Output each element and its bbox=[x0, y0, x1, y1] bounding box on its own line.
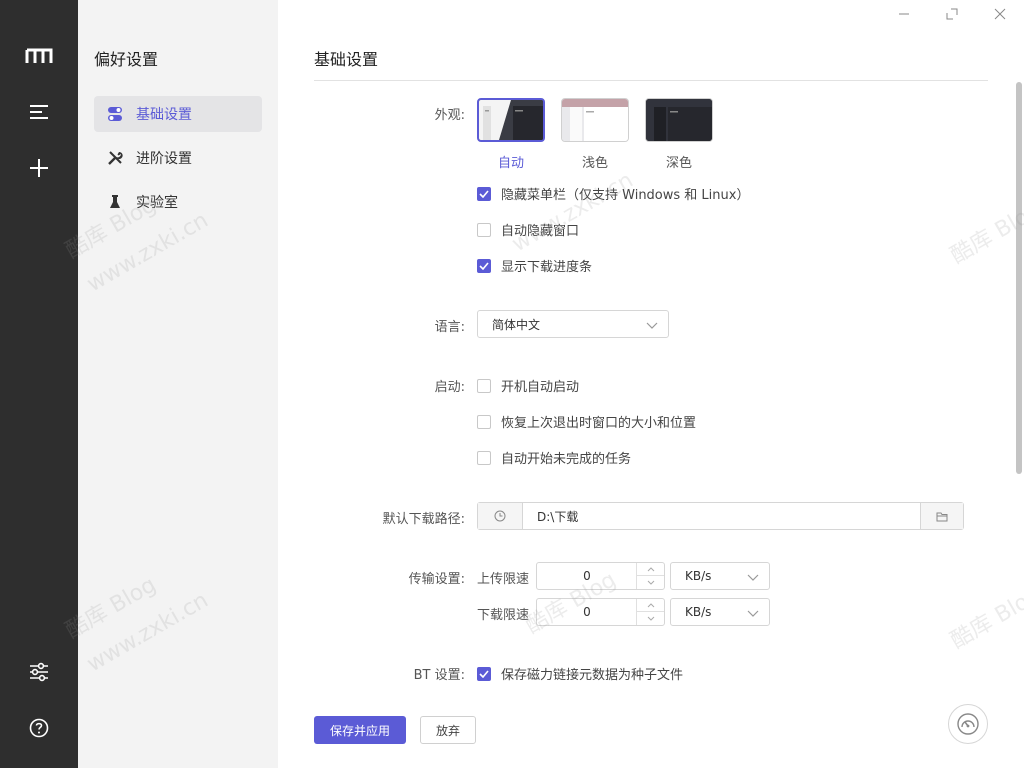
upload-limit-input[interactable] bbox=[537, 563, 637, 589]
help-icon[interactable] bbox=[19, 708, 59, 748]
theme-auto-caption: 自动 bbox=[497, 156, 524, 171]
theme-light-caption: 浅色 bbox=[581, 156, 608, 171]
language-select[interactable]: 简体中文 bbox=[477, 310, 669, 338]
sidebar-title: 偏好设置 bbox=[94, 50, 159, 69]
theme-dark-card[interactable] bbox=[645, 98, 713, 142]
sidebar-item-label: 实验室 bbox=[136, 195, 178, 211]
restore-window-option[interactable]: 恢复上次退出时窗口的大小和位置 bbox=[477, 412, 696, 431]
download-path-label: 默认下载路径: bbox=[382, 512, 465, 527]
scrollbar-thumb[interactable] bbox=[1016, 82, 1022, 474]
checkbox-label: 自动开始未完成的任务 bbox=[501, 452, 632, 467]
folder-icon[interactable] bbox=[920, 503, 963, 529]
language-value: 简体中文 bbox=[492, 317, 541, 332]
checkbox-label: 恢复上次退出时窗口的大小和位置 bbox=[501, 416, 697, 431]
download-limit-input[interactable] bbox=[537, 599, 637, 625]
download-limit-label: 下载限速 bbox=[477, 608, 530, 623]
bt-label: BT 设置: bbox=[413, 668, 465, 683]
save-apply-button[interactable]: 保存并应用 bbox=[314, 716, 406, 744]
main-panel: 基础设置 外观: 自动 浅色 深色 隐藏菜单栏（仅支持 Windows 和 Li… bbox=[278, 0, 1024, 768]
transfer-label: 传输设置: bbox=[408, 572, 465, 587]
auto-launch-option[interactable]: 开机自动启动 bbox=[477, 376, 579, 395]
save-magnet-torrent-option[interactable]: 保存磁力链接元数据为种子文件 bbox=[477, 664, 683, 683]
sidebar-item-lab[interactable]: 实验室 bbox=[94, 184, 262, 220]
menu-lines-icon[interactable] bbox=[19, 92, 59, 132]
speedometer-icon[interactable] bbox=[948, 704, 988, 744]
checkbox[interactable] bbox=[477, 666, 491, 681]
flask-icon bbox=[106, 193, 124, 211]
title-divider bbox=[314, 80, 988, 81]
upload-limit-stepper bbox=[536, 562, 665, 590]
sidebar-item-label: 基础设置 bbox=[136, 107, 192, 123]
startup-label: 启动: bbox=[434, 380, 465, 395]
theme-light-card[interactable] bbox=[561, 98, 629, 142]
chevron-down-icon[interactable] bbox=[636, 576, 664, 589]
appearance-label: 外观: bbox=[434, 108, 465, 123]
chevron-down-icon bbox=[646, 319, 658, 333]
resume-tasks-option[interactable]: 自动开始未完成的任务 bbox=[477, 448, 631, 467]
discard-button[interactable]: 放弃 bbox=[420, 716, 476, 744]
tools-icon bbox=[106, 149, 124, 167]
download-unit-select[interactable]: KB/s bbox=[670, 598, 770, 626]
checkbox[interactable] bbox=[477, 450, 491, 465]
checkbox-label: 隐藏菜单栏（仅支持 Windows 和 Linux） bbox=[501, 188, 750, 203]
logo-m-icon[interactable] bbox=[19, 36, 59, 76]
checkbox[interactable] bbox=[477, 414, 491, 429]
show-progress-bar-option[interactable]: 显示下载进度条 bbox=[477, 256, 592, 275]
upload-limit-label: 上传限速 bbox=[477, 572, 530, 587]
sidebar-item-basic[interactable]: 基础设置 bbox=[94, 96, 262, 132]
chevron-down-icon[interactable] bbox=[636, 612, 664, 625]
upload-unit-value: KB/s bbox=[685, 569, 712, 583]
checkbox-label: 自动隐藏窗口 bbox=[501, 224, 580, 239]
sliders-icon[interactable] bbox=[19, 652, 59, 692]
page-title: 基础设置 bbox=[314, 50, 379, 69]
hide-menubar-option[interactable]: 隐藏菜单栏（仅支持 Windows 和 Linux） bbox=[477, 184, 749, 203]
app-rail bbox=[0, 0, 78, 768]
sidebar-item-advanced[interactable]: 进阶设置 bbox=[94, 140, 262, 176]
history-clock-icon[interactable] bbox=[478, 503, 523, 529]
checkbox[interactable] bbox=[477, 378, 491, 393]
settings-sidebar: 偏好设置 基础设置 进阶设置 实验室 bbox=[78, 0, 278, 768]
chevron-down-icon bbox=[747, 607, 759, 621]
checkbox-label: 显示下载进度条 bbox=[501, 260, 593, 275]
theme-dark-caption: 深色 bbox=[665, 156, 692, 171]
checkbox[interactable] bbox=[477, 186, 491, 201]
checkbox-label: 开机自动启动 bbox=[501, 380, 580, 395]
language-label: 语言: bbox=[434, 320, 465, 335]
checkbox-label: 保存磁力链接元数据为种子文件 bbox=[501, 668, 684, 683]
theme-auto-card[interactable] bbox=[477, 98, 545, 142]
sidebar-item-label: 进阶设置 bbox=[136, 151, 192, 167]
download-path-input[interactable] bbox=[523, 503, 921, 529]
toggle-icon bbox=[106, 105, 124, 123]
auto-hide-window-option[interactable]: 自动隐藏窗口 bbox=[477, 220, 579, 239]
download-limit-stepper bbox=[536, 598, 665, 626]
plus-icon[interactable] bbox=[19, 148, 59, 188]
checkbox[interactable] bbox=[477, 222, 491, 237]
checkbox[interactable] bbox=[477, 258, 491, 273]
download-path-field bbox=[477, 502, 964, 530]
chevron-down-icon bbox=[747, 571, 759, 585]
chevron-up-icon[interactable] bbox=[636, 599, 664, 612]
download-unit-value: KB/s bbox=[685, 605, 712, 619]
upload-unit-select[interactable]: KB/s bbox=[670, 562, 770, 590]
chevron-up-icon[interactable] bbox=[636, 563, 664, 576]
